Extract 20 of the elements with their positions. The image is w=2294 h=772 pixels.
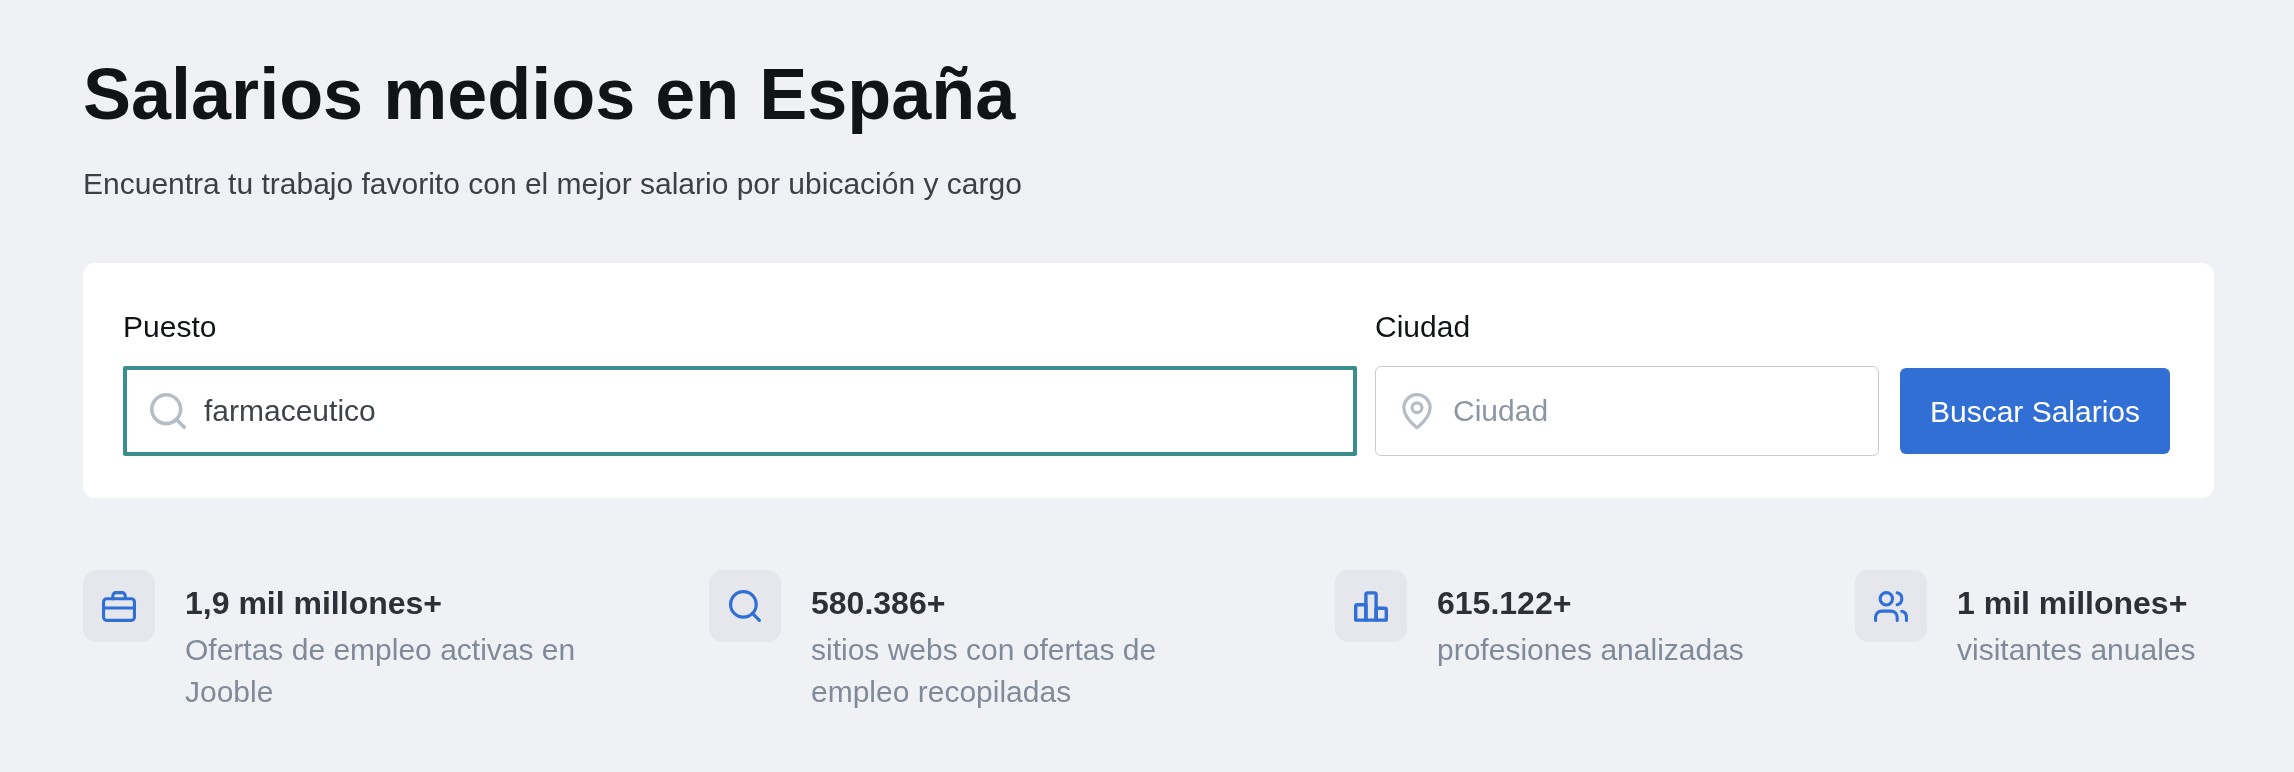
- search-salaries-button[interactable]: Buscar Salarios: [1900, 368, 2170, 454]
- map-pin-icon: [1402, 393, 1432, 429]
- briefcase-icon: [83, 570, 155, 642]
- stat-value: 1,9 mil millones+: [185, 584, 442, 623]
- stat-description: visitantes anuales: [1957, 632, 2196, 668]
- search-icon: [150, 393, 186, 429]
- search-icon: [709, 570, 781, 642]
- stat-value: 580.386+: [811, 584, 946, 623]
- page-subtitle: Encuentra tu trabajo favorito con el mejor salario por ubicación y cargo: [83, 167, 1022, 201]
- stat-value: 1 mil millones+: [1957, 584, 2188, 623]
- job-search-field[interactable]: farmaceutico: [123, 366, 1357, 456]
- stat-description: sitios webs con ofertas de empleo recopiladas: [811, 632, 1158, 710]
- users-icon: [1855, 570, 1927, 642]
- field-label: Ciudad: [1375, 309, 1471, 345]
- stat-description: profesiones analizadas: [1437, 632, 1744, 668]
- field-label: Puesto: [123, 309, 217, 345]
- bar-chart-icon: [1335, 570, 1407, 642]
- city-field[interactable]: Ciudad: [1375, 366, 1879, 456]
- stat-value: 615.122+: [1437, 584, 1572, 623]
- stat-description: Ofertas de empleo activas en Jooble: [185, 632, 577, 710]
